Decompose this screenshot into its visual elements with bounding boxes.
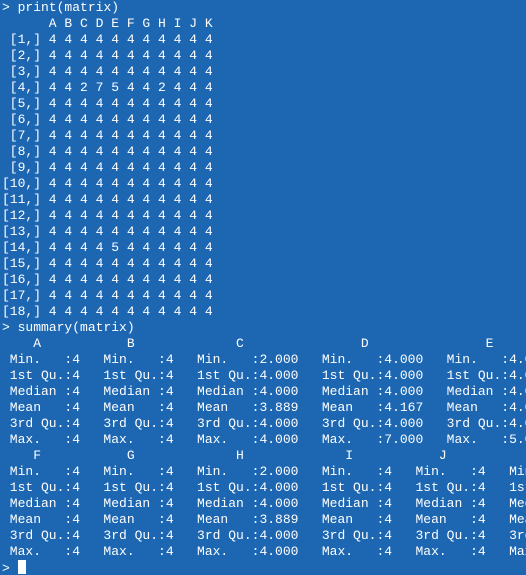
terminal: > print(matrix) A B C D E F G H I J K [1… — [0, 0, 526, 575]
matrix-row: [15,] 4 4 4 4 4 4 4 4 4 4 4 — [2, 256, 213, 271]
matrix-row: [3,] 4 4 4 4 4 4 4 4 4 4 4 — [2, 64, 213, 79]
cursor[interactable] — [18, 560, 26, 574]
summary-row: Max. :4 Max. :4 Max. :4.000 Max. :4 Max.… — [2, 544, 526, 559]
matrix-row: [9,] 4 4 4 4 4 4 4 4 4 4 4 — [2, 160, 213, 175]
matrix-header: A B C D E F G H I J K — [2, 16, 213, 31]
matrix-row: [18,] 4 4 4 4 4 4 4 4 4 4 4 — [2, 304, 213, 319]
summary-row: Min. :4 Min. :4 Min. :2.000 Min. :4.000 … — [2, 352, 526, 367]
matrix-row: [5,] 4 4 4 4 4 4 4 4 4 4 4 — [2, 96, 213, 111]
prompt: > — [2, 561, 10, 575]
matrix-row: [12,] 4 4 4 4 4 4 4 4 4 4 4 — [2, 208, 213, 223]
matrix-row: [2,] 4 4 4 4 4 4 4 4 4 4 4 — [2, 48, 213, 63]
matrix-row: [16,] 4 4 4 4 4 4 4 4 4 4 4 — [2, 272, 213, 287]
matrix-row: [1,] 4 4 4 4 4 4 4 4 4 4 4 — [2, 32, 213, 47]
prompt: > — [2, 320, 10, 335]
matrix-row: [11,] 4 4 4 4 4 4 4 4 4 4 4 — [2, 192, 213, 207]
summary-row: 3rd Qu.:4 3rd Qu.:4 3rd Qu.:4.000 3rd Qu… — [2, 528, 526, 543]
summary-row: Max. :4 Max. :4 Max. :4.000 Max. :7.000 … — [2, 432, 526, 447]
summary-row: Median :4 Median :4 Median :4.000 Median… — [2, 384, 526, 399]
matrix-row: [17,] 4 4 4 4 4 4 4 4 4 4 4 — [2, 288, 213, 303]
summary-row: 3rd Qu.:4 3rd Qu.:4 3rd Qu.:4.000 3rd Qu… — [2, 416, 526, 431]
cmd-summary: summary(matrix) — [18, 320, 135, 335]
matrix-row: [7,] 4 4 4 4 4 4 4 4 4 4 4 — [2, 128, 213, 143]
summary-row: Mean :4 Mean :4 Mean :3.889 Mean :4.167 … — [2, 400, 526, 415]
prompt: > — [2, 0, 10, 15]
matrix-row: [6,] 4 4 4 4 4 4 4 4 4 4 4 — [2, 112, 213, 127]
summary-header: A B C D E — [2, 336, 493, 351]
summary-row: Mean :4 Mean :4 Mean :3.889 Mean :4 Mean… — [2, 512, 526, 527]
summary-row: 1st Qu.:4 1st Qu.:4 1st Qu.:4.000 1st Qu… — [2, 368, 526, 383]
matrix-row: [10,] 4 4 4 4 4 4 4 4 4 4 4 — [2, 176, 213, 191]
matrix-row: [4,] 4 4 2 7 5 4 4 2 4 4 4 — [2, 80, 213, 95]
summary-row: 1st Qu.:4 1st Qu.:4 1st Qu.:4.000 1st Qu… — [2, 480, 526, 495]
summary-row: Median :4 Median :4 Median :4.000 Median… — [2, 496, 526, 511]
matrix-row: [8,] 4 4 4 4 4 4 4 4 4 4 4 — [2, 144, 213, 159]
summary-header: F G H I J K — [2, 448, 526, 463]
matrix-row: [13,] 4 4 4 4 4 4 4 4 4 4 4 — [2, 224, 213, 239]
cmd-print: print(matrix) — [18, 0, 119, 15]
summary-row: Min. :4 Min. :4 Min. :2.000 Min. :4 Min.… — [2, 464, 526, 479]
matrix-row: [14,] 4 4 4 4 5 4 4 4 4 4 4 — [2, 240, 213, 255]
